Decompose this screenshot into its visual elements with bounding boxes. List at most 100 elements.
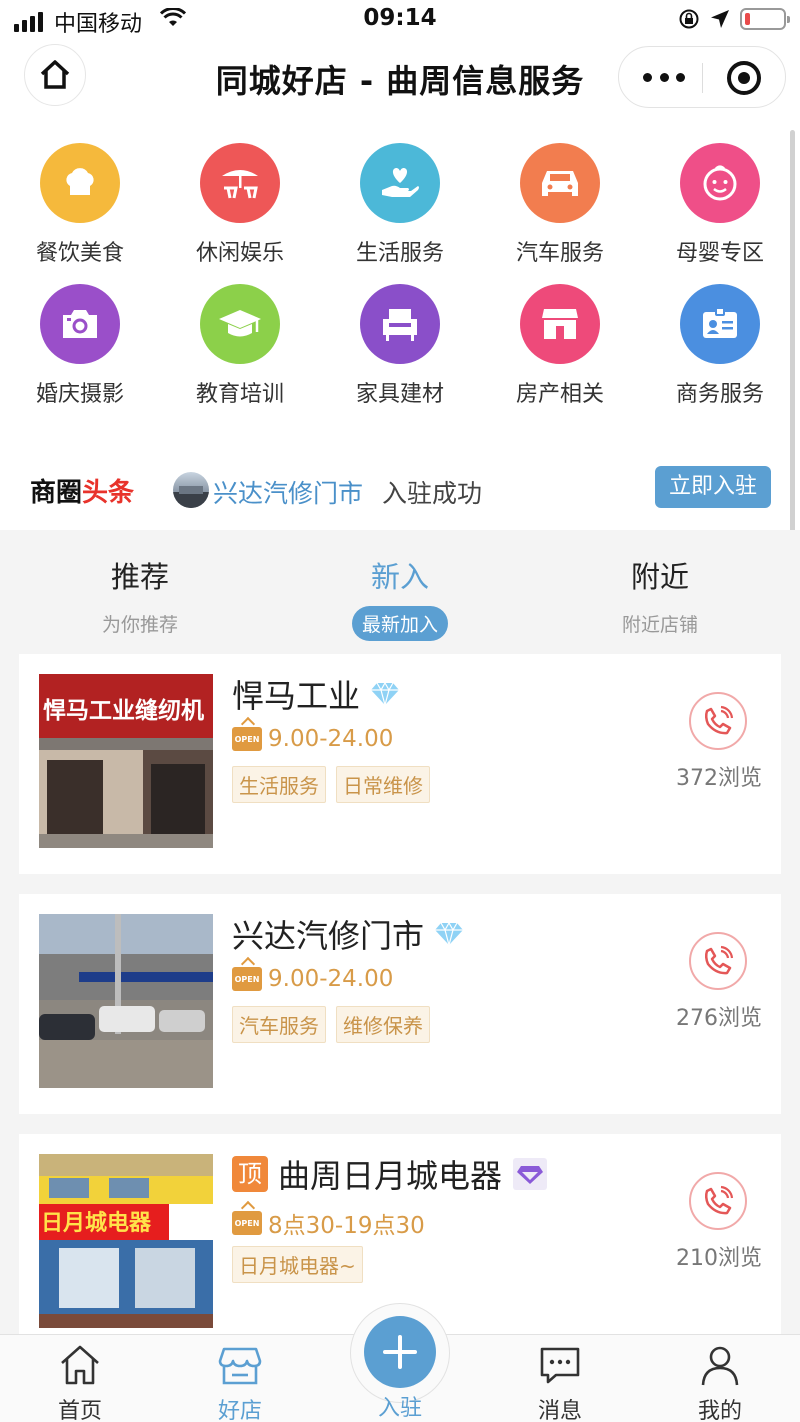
tab-label: 消息 xyxy=(537,1399,582,1422)
shop-name: 悍马工业 xyxy=(232,677,361,715)
shop-list-area: 推荐 为你推荐 新入 最新加入 附近 附近店铺 悍马工业缝纫机 悍马工业 OPE… xyxy=(0,530,800,1335)
pinned-badge: 顶 xyxy=(232,1156,268,1192)
graduation-cap-icon xyxy=(200,284,280,364)
phone-icon xyxy=(704,945,734,975)
storefront-icon xyxy=(520,284,600,364)
tab-shops[interactable]: 好店 xyxy=(160,1335,320,1422)
message-icon xyxy=(540,1347,580,1384)
category-grid: 餐饮美食 休闲娱乐 生活服务 汽车服务 母婴专区 婚庆摄影 教育培训 家具建材 … xyxy=(0,140,800,420)
open-sign-icon: OPEN xyxy=(232,967,262,991)
category-food[interactable]: 餐饮美食 xyxy=(0,140,160,281)
tab-messages[interactable]: 消息 xyxy=(480,1335,640,1422)
shop-tag: 维修保养 xyxy=(336,1006,430,1043)
view-count: 372浏览 xyxy=(676,766,762,791)
category-label: 教育培训 xyxy=(195,382,284,407)
category-life-service[interactable]: 生活服务 xyxy=(320,140,480,281)
tab-subtitle: 最新加入 xyxy=(351,606,448,641)
phone-icon xyxy=(704,705,734,735)
view-count: 210浏览 xyxy=(676,1246,762,1271)
beach-umbrella-icon xyxy=(200,143,280,223)
open-sign-icon: OPEN xyxy=(232,1211,262,1235)
shop-photo xyxy=(39,914,213,1088)
ticker-title-part1: 商圈 xyxy=(30,478,83,508)
category-label: 生活服务 xyxy=(355,241,444,266)
category-auto-service[interactable]: 汽车服务 xyxy=(480,140,640,281)
home-icon xyxy=(40,60,70,89)
call-button[interactable] xyxy=(689,692,747,750)
diamond-icon xyxy=(371,681,400,707)
location-arrow-icon xyxy=(711,10,729,28)
list-tabs: 推荐 为你推荐 新入 最新加入 附近 附近店铺 xyxy=(0,530,800,654)
category-label: 餐饮美食 xyxy=(35,241,124,266)
shop-card[interactable]: 悍马工业缝纫机 悍马工业 OPEN 9.00-24.00 生活服务 日常维修 3… xyxy=(19,654,781,874)
orientation-lock-icon xyxy=(679,9,699,29)
heart-hand-icon xyxy=(360,143,440,223)
tab-subtitle: 附近店铺 xyxy=(621,614,698,636)
category-label: 婚庆摄影 xyxy=(35,382,124,407)
close-mini-program-icon[interactable] xyxy=(727,61,761,95)
tab-label-join: 入驻 xyxy=(377,1396,422,1421)
category-furniture[interactable]: 家具建材 xyxy=(320,281,480,422)
shop-awning-icon xyxy=(218,1347,262,1385)
shop-name: 兴达汽修门市 xyxy=(232,917,425,955)
shop-tags: 日月城电器~ xyxy=(232,1246,363,1283)
user-icon xyxy=(701,1346,739,1386)
tab-subtitle: 为你推荐 xyxy=(101,614,178,636)
news-ticker: 商圈头条 兴达汽修门市 入驻成功 立即入驻 xyxy=(0,452,800,526)
category-leisure[interactable]: 休闲娱乐 xyxy=(160,140,320,281)
tab-label: 推荐 xyxy=(110,560,169,594)
category-label: 房产相关 xyxy=(515,382,604,407)
shop-avatar xyxy=(173,472,209,508)
chef-hat-icon xyxy=(40,143,120,223)
ticker-status: 入驻成功 xyxy=(382,479,483,508)
shop-tag: 汽车服务 xyxy=(232,1006,326,1043)
plus-icon xyxy=(383,1335,417,1369)
home-icon xyxy=(61,1345,99,1385)
shop-tag: 日月城电器~ xyxy=(232,1246,363,1283)
category-business[interactable]: 商务服务 xyxy=(640,281,800,422)
view-count: 276浏览 xyxy=(676,1006,762,1031)
shop-tags: 生活服务 日常维修 xyxy=(232,766,430,803)
baby-face-icon xyxy=(680,143,760,223)
business-hours: 8点30-19点30 xyxy=(268,1213,425,1239)
shop-sign-text: 日月城电器 xyxy=(41,1210,152,1236)
ticker-title: 商圈头条 xyxy=(30,472,134,509)
call-button[interactable] xyxy=(689,932,747,990)
shop-tag: 日常维修 xyxy=(336,766,430,803)
tab-recommended[interactable]: 推荐 为你推荐 xyxy=(40,554,240,641)
category-wedding-photo[interactable]: 婚庆摄影 xyxy=(0,281,160,422)
shop-card[interactable]: 兴达汽修门市 OPEN 9.00-24.00 汽车服务 维修保养 276浏览 xyxy=(19,894,781,1114)
category-education[interactable]: 教育培训 xyxy=(160,281,320,422)
category-real-estate[interactable]: 房产相关 xyxy=(480,281,640,422)
shop-name: 曲周日月城电器 xyxy=(278,1157,503,1195)
page-title: 同城好店 - 曲周信息服务 xyxy=(215,62,585,100)
tab-home[interactable]: 首页 xyxy=(0,1335,160,1422)
id-card-icon xyxy=(680,284,760,364)
tab-nearby[interactable]: 附近 附近店铺 xyxy=(560,554,760,641)
status-bar: 中国移动 09:14 xyxy=(0,0,800,40)
join-now-button[interactable]: 立即入驻 xyxy=(655,466,771,508)
category-label: 家具建材 xyxy=(355,382,444,407)
ticker-shop-link[interactable]: 兴达汽修门市 xyxy=(213,474,363,510)
category-mother-baby[interactable]: 母婴专区 xyxy=(640,140,800,281)
home-button[interactable] xyxy=(24,44,86,106)
open-sign-icon: OPEN xyxy=(232,727,262,751)
shop-sign-text: 悍马工业缝纫机 xyxy=(43,697,204,724)
armchair-icon xyxy=(360,284,440,364)
business-hours: 9.00-24.00 xyxy=(268,966,394,992)
tab-new[interactable]: 新入 最新加入 xyxy=(300,554,500,641)
nav-bar: 同城好店 - 曲周信息服务 xyxy=(0,42,800,114)
shop-photo: 日月城电器 xyxy=(39,1154,213,1328)
business-hours: 9.00-24.00 xyxy=(268,726,394,752)
shop-tags: 汽车服务 维修保养 xyxy=(232,1006,430,1043)
category-label: 商务服务 xyxy=(675,382,764,407)
join-fab-button[interactable] xyxy=(364,1316,436,1388)
tab-label: 新入 xyxy=(370,560,429,594)
more-options-icon[interactable] xyxy=(643,65,685,89)
call-button[interactable] xyxy=(689,1172,747,1230)
tab-mine[interactable]: 我的 xyxy=(640,1335,800,1422)
category-label: 汽车服务 xyxy=(515,241,604,266)
diamond-icon xyxy=(435,921,464,947)
tab-label: 好店 xyxy=(217,1399,262,1422)
phone-icon xyxy=(704,1185,734,1215)
